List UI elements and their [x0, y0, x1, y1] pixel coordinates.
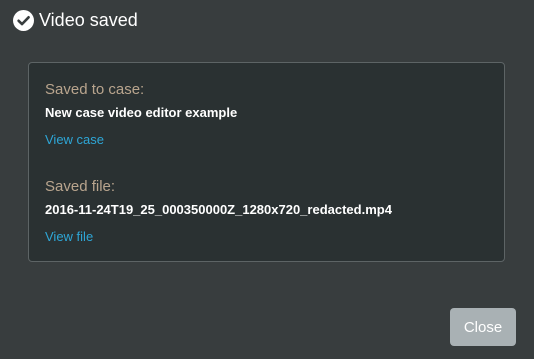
view-file-link[interactable]: View file [45, 229, 93, 245]
dialog-title: Video saved [39, 10, 138, 30]
saved-to-case-label: Saved to case: [45, 81, 145, 98]
saved-info-panel: Saved to case: New case video editor exa… [28, 62, 505, 262]
video-saved-dialog: Video saved Saved to case: New case vide… [0, 0, 534, 359]
close-button[interactable]: Close [450, 308, 516, 346]
view-case-link[interactable]: View case [45, 132, 104, 148]
dialog-header: Video saved [13, 9, 138, 31]
saved-file-label: Saved file: [45, 178, 116, 195]
file-name: 2016-11-24T19_25_000350000Z_1280x720_red… [45, 202, 392, 217]
check-circle-icon [13, 9, 34, 31]
case-name: New case video editor example [45, 105, 238, 120]
